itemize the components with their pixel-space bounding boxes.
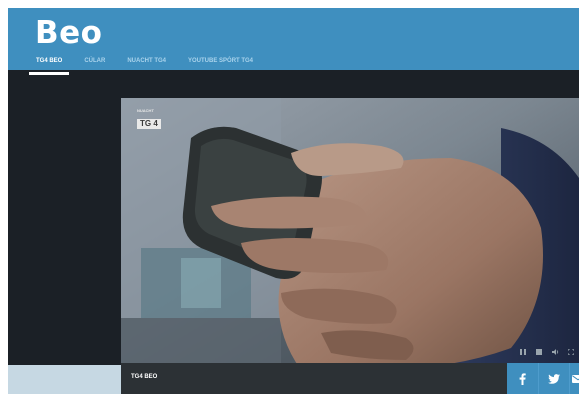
bug-nuacht-text: NUACHT	[137, 108, 154, 113]
facebook-icon	[519, 372, 526, 385]
twitter-share-button[interactable]	[538, 363, 569, 394]
nav-item-nuacht-tg4[interactable]: NUACHT TG4	[116, 57, 177, 70]
tg4-logo: TG 4	[137, 119, 161, 129]
player-controls	[519, 348, 575, 356]
stop-icon[interactable]	[535, 348, 543, 356]
channel-bug: NUACHT TG 4	[137, 108, 161, 131]
video-caption: TG4 BEO	[131, 374, 158, 380]
facebook-share-button[interactable]	[507, 363, 538, 394]
video-caption-bar: TG4 BEO	[121, 363, 507, 394]
site-logo[interactable]: Beo	[35, 15, 102, 51]
email-share-button[interactable]	[569, 363, 579, 394]
site-header: Beo TG4 BEO CÚLAR NUACHT TG4 YOUTUBE SPÓ…	[8, 8, 579, 75]
fullscreen-icon[interactable]	[567, 348, 575, 356]
video-frame	[121, 98, 579, 370]
email-icon	[572, 374, 579, 383]
nav-item-cular[interactable]: CÚLAR	[73, 57, 116, 70]
nav-item-youtube-sport-tg4[interactable]: YOUTUBE SPÓRT TG4	[177, 57, 264, 70]
pause-icon[interactable]	[519, 348, 527, 356]
light-panel	[8, 365, 121, 394]
volume-icon[interactable]	[551, 348, 559, 356]
page-frame: Beo TG4 BEO CÚLAR NUACHT TG4 YOUTUBE SPÓ…	[8, 8, 579, 394]
video-player[interactable]: NUACHT TG 4	[121, 98, 579, 370]
nav-item-tg4-beo[interactable]: TG4 BEO	[25, 57, 73, 75]
main-nav: TG4 BEO CÚLAR NUACHT TG4 YOUTUBE SPÓRT T…	[25, 57, 264, 75]
twitter-icon	[548, 373, 560, 384]
